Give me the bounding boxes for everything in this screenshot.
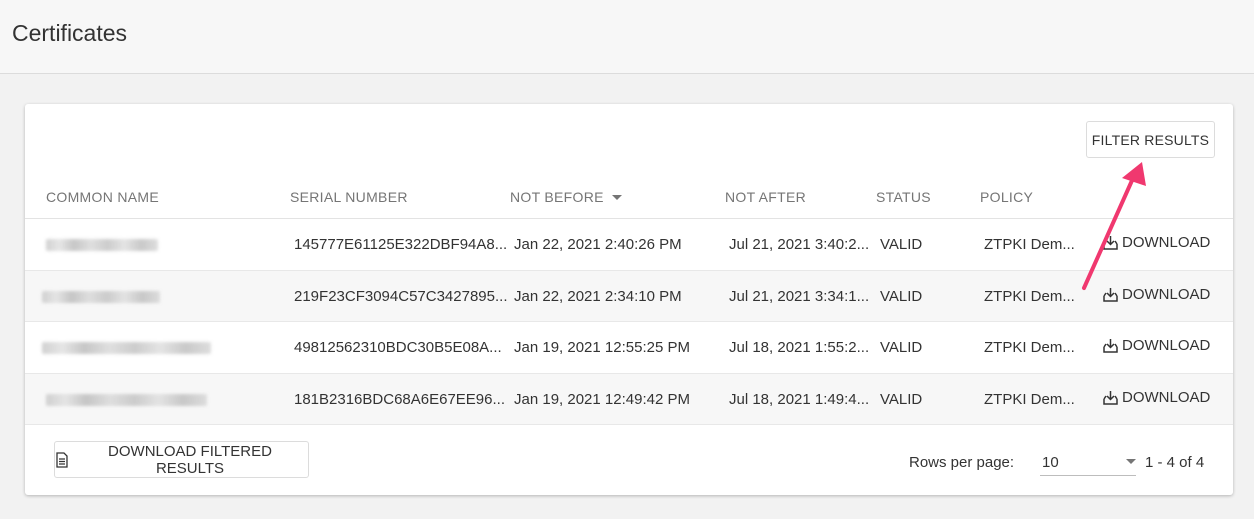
download-filtered-results-button[interactable]: DOWNLOAD FILTERED RESULTS	[54, 441, 309, 478]
not-before-cell: Jan 19, 2021 12:49:42 PM	[514, 390, 690, 408]
document-icon	[56, 451, 68, 468]
download-label: DOWNLOAD	[1122, 337, 1211, 354]
download-tray-icon	[1103, 339, 1118, 353]
table-row[interactable]: 181B2316BDC68A6E67EE96... Jan 19, 2021 1…	[25, 373, 1233, 425]
common-name-cell	[46, 393, 207, 406]
sort-caret-down-icon	[611, 195, 622, 200]
download-link[interactable]: DOWNLOAD	[1102, 389, 1210, 406]
annotation-arrow	[1082, 162, 1146, 290]
common-name-cell	[42, 342, 211, 354]
serial-number-cell: 145777E61125E322DBF94A8...	[294, 236, 508, 253]
table-header: COMMON NAME SERIAL NUMBER NOT BEFORE NOT…	[25, 178, 1233, 219]
table-row[interactable]: 145777E61125E322DBF94A8... Jan 22, 2021 …	[25, 219, 1233, 271]
download-filtered-results-label: DOWNLOAD FILTERED RESULTS	[108, 442, 272, 477]
policy-cell: ZTPKI Dem...	[984, 236, 1075, 253]
table-row[interactable]: 219F23CF3094C57C3427895... Jan 22, 2021 …	[25, 270, 1233, 322]
caret-down-icon	[1126, 459, 1136, 464]
policy-cell: ZTPKI Dem...	[984, 390, 1075, 408]
common-name-cell	[46, 239, 158, 251]
rows-per-page-select[interactable]: 10	[1040, 447, 1136, 476]
not-before-cell: Jan 19, 2021 12:55:25 PM	[514, 339, 690, 356]
column-header-policy[interactable]: POLICY	[980, 189, 1033, 205]
not-after-cell: Jul 18, 2021 1:55:2...	[729, 339, 870, 356]
download-label: DOWNLOAD	[1122, 388, 1211, 406]
column-header-status[interactable]: STATUS	[876, 189, 931, 205]
filter-results-button[interactable]: FILTER RESULTS	[1086, 121, 1215, 158]
not-before-cell: Jan 22, 2021 2:34:10 PM	[514, 287, 682, 305]
download-tray-icon	[1103, 390, 1118, 405]
page-title: Certificates	[12, 20, 128, 46]
rows-per-page-label: Rows per page:	[909, 454, 1015, 471]
column-header-not-after[interactable]: NOT AFTER	[725, 189, 806, 205]
page-header: Certificates	[0, 0, 1254, 74]
table-row[interactable]: 49812562310BDC30B5E08A... Jan 19, 2021 1…	[25, 322, 1233, 374]
common-name-cell	[42, 290, 160, 303]
serial-number-cell: 219F23CF3094C57C3427895...	[294, 287, 508, 305]
status-cell: VALID	[880, 287, 923, 305]
status-cell: VALID	[880, 339, 923, 356]
column-header-not-before-label: NOT BEFORE	[510, 189, 604, 205]
column-header-not-before[interactable]: NOT BEFORE	[510, 189, 622, 205]
rows-per-page-value: 10	[1042, 454, 1059, 471]
certificates-card: FILTER RESULTS COMMON NAME SERIAL NUMBER…	[25, 104, 1233, 495]
serial-number-cell: 181B2316BDC68A6E67EE96...	[294, 390, 505, 408]
not-after-cell: Jul 21, 2021 3:34:1...	[729, 287, 870, 305]
not-after-cell: Jul 21, 2021 3:40:2...	[729, 236, 870, 253]
policy-cell: ZTPKI Dem...	[984, 287, 1075, 305]
status-cell: VALID	[880, 236, 923, 253]
not-after-cell: Jul 18, 2021 1:49:4...	[729, 390, 870, 408]
column-header-common-name[interactable]: COMMON NAME	[46, 189, 159, 205]
column-header-serial-number[interactable]: SERIAL NUMBER	[290, 189, 408, 205]
pagination-range: 1 - 4 of 4	[1145, 454, 1205, 471]
download-link[interactable]: DOWNLOAD	[1102, 337, 1210, 354]
not-before-cell: Jan 22, 2021 2:40:26 PM	[514, 236, 682, 253]
status-cell: VALID	[880, 390, 923, 408]
policy-cell: ZTPKI Dem...	[984, 339, 1075, 356]
serial-number-cell: 49812562310BDC30B5E08A...	[294, 339, 502, 356]
